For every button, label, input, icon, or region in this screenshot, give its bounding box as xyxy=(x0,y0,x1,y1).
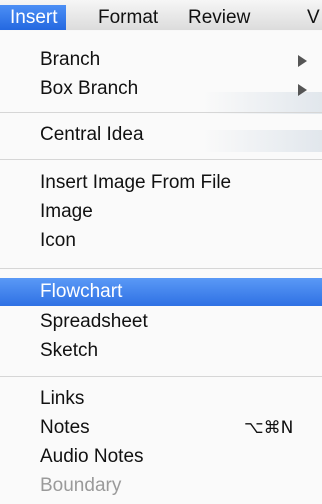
menu-item-box-branch[interactable]: Box Branch xyxy=(0,76,322,102)
menu-item-label: Audio Notes xyxy=(40,446,144,467)
menu-item-label: Links xyxy=(40,388,85,409)
menubar-format[interactable]: Format xyxy=(98,5,158,30)
menu-item-central-idea[interactable]: Central Idea xyxy=(0,122,322,148)
menu-item-branch[interactable]: Branch xyxy=(0,47,322,73)
menu-separator xyxy=(0,268,322,269)
submenu-arrow-icon xyxy=(298,84,307,96)
menubar-view[interactable]: V xyxy=(307,5,322,30)
menubar-insert[interactable]: Insert xyxy=(0,5,66,30)
menu-item-label: Spreadsheet xyxy=(40,311,148,332)
menu-item-icon[interactable]: Icon xyxy=(0,228,322,254)
menu-separator xyxy=(0,159,322,160)
menu-item-label: Sketch xyxy=(40,340,99,361)
menu-item-label: Notes xyxy=(40,417,90,438)
menu-item-label: Boundary xyxy=(40,475,122,496)
menu-item-image[interactable]: Image xyxy=(0,199,322,225)
menubar-review[interactable]: Review xyxy=(188,5,250,30)
menu-item-label: Branch xyxy=(40,49,101,70)
app-window: Insert Format Review V Branch Box Branch… xyxy=(0,0,322,504)
menu-item-links[interactable]: Links xyxy=(0,386,322,412)
menu-item-sketch[interactable]: Sketch xyxy=(0,338,322,364)
submenu-arrow-icon xyxy=(298,55,307,67)
menu-item-label: Central Idea xyxy=(40,124,144,145)
menu-item-label: Icon xyxy=(40,230,76,251)
menu-item-spreadsheet[interactable]: Spreadsheet xyxy=(0,309,322,335)
menu-bar: Insert Format Review V xyxy=(0,0,322,31)
menu-item-boundary: Boundary xyxy=(0,473,322,499)
menu-item-label: Image xyxy=(40,201,93,222)
menu-item-label: Insert Image From File xyxy=(40,172,232,193)
menu-separator xyxy=(0,376,322,377)
menu-item-label: Flowchart xyxy=(40,281,123,302)
menu-item-label: Box Branch xyxy=(40,78,139,99)
menu-item-insert-image-from-file[interactable]: Insert Image From File xyxy=(0,170,322,196)
menu-separator xyxy=(0,112,322,113)
menu-item-flowchart[interactable]: Flowchart xyxy=(0,278,322,306)
shortcut-label: ⌥⌘N xyxy=(244,418,294,438)
menu-item-audio-notes[interactable]: Audio Notes xyxy=(0,444,322,470)
menu-item-notes[interactable]: Notes ⌥⌘N xyxy=(0,415,322,441)
